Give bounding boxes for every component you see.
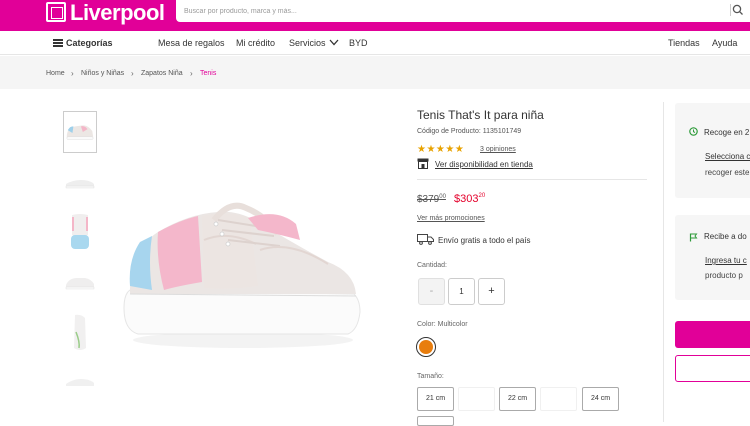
product-image[interactable]: [118, 190, 368, 360]
product-title: Tenis That's It para niña: [417, 108, 544, 122]
nav-mesa-de-regalos[interactable]: Mesa de regalos: [158, 38, 225, 48]
search-input[interactable]: [184, 4, 684, 18]
free-shipping-text: Envío gratis a todo el país: [438, 236, 531, 245]
pickup-title: Recoge en 2: [704, 128, 750, 137]
product-code: Código de Producto: 1135101749: [417, 128, 522, 135]
breadcrumb-separator-icon: ›: [190, 69, 193, 78]
color-swatch-multicolor[interactable]: [419, 340, 433, 354]
breadcrumb-current: Tenis: [200, 70, 217, 77]
thumbnail-6[interactable]: [63, 372, 97, 392]
breadcrumb: Home › Niños y Niñas › Zapatos Niña › Te…: [0, 56, 750, 89]
promotions-link[interactable]: Ver más promociones: [417, 215, 485, 222]
breadcrumb-separator-icon: ›: [71, 69, 74, 78]
main-nav: Categorías Mesa de regalos Mi crédito Se…: [0, 31, 750, 55]
search-icon[interactable]: [730, 3, 744, 17]
delivery-text: producto p: [705, 271, 743, 280]
add-to-cart-button[interactable]: [675, 355, 750, 382]
sale-price: $30320: [454, 193, 486, 205]
thumbnail-4[interactable]: [63, 262, 97, 304]
breadcrumb-home[interactable]: Home: [46, 70, 65, 77]
thumbnail-1[interactable]: [63, 111, 97, 153]
size-option-22[interactable]: 22 cm: [499, 387, 536, 411]
rating-stars-icon: ★★★★★: [417, 144, 465, 155]
delivery-title: Recibe a do: [704, 232, 747, 241]
pickup-card: Recoge en 2 Selecciona c recoger este: [675, 103, 750, 198]
chevron-down-icon[interactable]: [329, 39, 339, 46]
thumbnail-5[interactable]: [63, 312, 97, 354]
nav-mi-credito[interactable]: Mi crédito: [236, 38, 275, 48]
size-label: Tamaño:: [417, 373, 444, 380]
panel-divider: [663, 102, 664, 422]
reviews-link[interactable]: 3 opiniones: [480, 146, 516, 153]
menu-icon[interactable]: [53, 39, 63, 47]
availability-link[interactable]: Ver disponibilidad en tienda: [435, 160, 533, 169]
nav-servicios[interactable]: Servicios: [289, 38, 326, 48]
delivery-card: Recibe a do Ingresa tu c producto p: [675, 215, 750, 300]
flag-icon: [689, 233, 698, 242]
quantity-label: Cantidad:: [417, 262, 447, 269]
liverpool-logo-icon[interactable]: [46, 2, 66, 22]
truck-icon: [417, 234, 434, 245]
logo-text[interactable]: Liverpool: [70, 0, 165, 26]
quantity-field[interactable]: 1: [448, 278, 475, 305]
nav-ayuda[interactable]: Ayuda: [712, 38, 737, 48]
breadcrumb-separator-icon: ›: [131, 69, 134, 78]
quantity-decrease-button[interactable]: -: [418, 278, 445, 305]
divider: [417, 179, 647, 180]
quantity-increase-button[interactable]: +: [478, 278, 505, 305]
size-option-unavailable: [540, 387, 577, 411]
breadcrumb-zapatos[interactable]: Zapatos Niña: [141, 70, 183, 77]
pickup-text: recoger este: [705, 168, 750, 177]
size-option-next-row[interactable]: [417, 416, 454, 426]
thumbnail-2[interactable]: [63, 162, 97, 204]
pickup-select-link[interactable]: Selecciona c: [705, 152, 750, 161]
old-price: $37900: [417, 194, 446, 205]
clock-icon: [689, 127, 698, 136]
size-option-24[interactable]: 24 cm: [582, 387, 619, 411]
color-label: Color: Multicolor: [417, 321, 468, 328]
shoe-thumbnail-icon: [66, 125, 94, 140]
nav-categories[interactable]: Categorías: [66, 38, 113, 48]
size-option-unavailable: [458, 387, 495, 411]
nav-byd[interactable]: BYD: [349, 38, 368, 48]
thumbnail-3[interactable]: [63, 211, 97, 253]
nav-tiendas[interactable]: Tiendas: [668, 38, 700, 48]
buy-now-button[interactable]: [675, 321, 750, 348]
store-icon: [417, 158, 429, 169]
size-option-21[interactable]: 21 cm: [417, 387, 454, 411]
delivery-zip-link[interactable]: Ingresa tu c: [705, 256, 747, 265]
search-bar: [176, 0, 750, 22]
breadcrumb-ninos[interactable]: Niños y Niñas: [81, 70, 124, 77]
top-header: Liverpool: [0, 0, 750, 31]
